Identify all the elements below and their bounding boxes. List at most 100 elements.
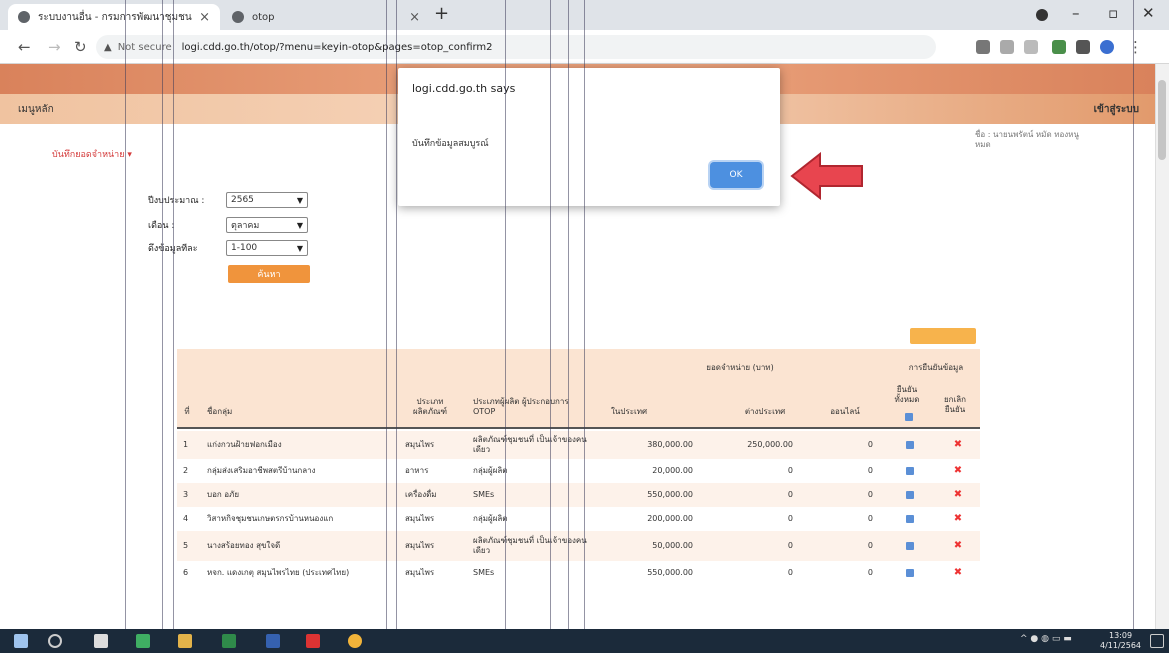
scan-line [173, 0, 174, 630]
cancel-icon[interactable]: ✖ [954, 541, 962, 551]
confirm-icon[interactable] [906, 515, 914, 523]
cancel-icon[interactable]: ✖ [954, 440, 962, 450]
col-no: ที่ [184, 407, 190, 416]
file-explorer-icon[interactable] [178, 634, 192, 648]
line-app-icon[interactable] [136, 634, 150, 648]
chevron-down-icon: ▼ [296, 195, 303, 205]
chevron-down-icon: ▼ [296, 220, 303, 230]
globe-icon [232, 11, 244, 23]
profile-icon[interactable] [1036, 9, 1048, 21]
forward-icon[interactable]: → [48, 38, 61, 56]
col-type: ประเภท ผลิตภัณฑ์ [412, 397, 448, 416]
table-row: 3 บอก อภัย เครื่องดื่ม SMEs 550,000.00 0… [177, 483, 980, 507]
dialog-message: บันทึกข้อมูลสมบูรณ์ [412, 139, 489, 149]
scan-line [550, 0, 551, 630]
table-row: 5 นางสร้อยทอง สุขใจดี สมุนไพร ผลิตภัณฑ์ช… [177, 531, 980, 561]
extension-icon[interactable] [976, 40, 990, 54]
month-select[interactable]: ตุลาคม ▼ [226, 217, 308, 233]
tab-title: ระบบงานอื่น - กรมการพัฒนาชุมชน [38, 11, 192, 23]
confirm-group-header: การยืนยันข้อมูล [908, 363, 964, 372]
word-icon[interactable] [266, 634, 280, 648]
table-header: ยอดจำหน่าย (บาท) การยืนยันข้อมูล ที่ ชื่… [177, 349, 980, 429]
year-select[interactable]: 2565 ▼ [226, 192, 308, 208]
url-text: logi.cdd.go.th/otop/?menu=keyin-otop&pag… [181, 41, 493, 53]
alert-dialog: logi.cdd.go.th says บันทึกข้อมูลสมบูรณ์ … [398, 68, 780, 206]
confirm-icon[interactable] [906, 467, 914, 475]
scan-line [505, 0, 506, 630]
scan-line [568, 0, 569, 630]
sales-group-header: ยอดจำหน่าย (บาท) [706, 363, 774, 372]
maximize-icon[interactable]: ▫ [1108, 4, 1118, 22]
scan-line [125, 0, 126, 630]
new-tab-button[interactable]: + [434, 3, 449, 24]
table-row: 6 หจก. แดงเกตุ สมุนไพรไทย (ประเทศไทย) สม… [183, 567, 963, 578]
cancel-icon[interactable]: ✖ [954, 568, 962, 578]
tab-logi[interactable]: ระบบงานอื่น - กรมการพัฒนาชุมชน × [8, 4, 220, 30]
warning-icon: ▲ [104, 41, 112, 53]
user-info: ชื่อ : นายนพรัตน์ หมัด ทองหนู หมด [975, 130, 1079, 149]
taskbar: ^ ● ◍ ▭ ▬ 13:09 4/11/2564 [0, 629, 1169, 653]
confirm-icon[interactable] [906, 542, 914, 550]
year-label: ปีงบประมาณ : [148, 196, 205, 206]
scan-line [1133, 0, 1134, 630]
reload-icon[interactable]: ↻ [74, 38, 87, 56]
search-button[interactable]: ค้นหา [228, 265, 310, 283]
url-field[interactable]: ▲ Not secure logi.cdd.go.th/otop/?menu=k… [96, 35, 936, 59]
col-category: ประเภทผู้ผลิต ผู้ประกอบการ OTOP [473, 397, 569, 416]
dialog-title: logi.cdd.go.th says [412, 82, 516, 95]
breadcrumb[interactable]: บันทึกยอดจำหน่าย ▾ [52, 147, 132, 161]
confirm-icon[interactable] [906, 441, 914, 449]
close-tab-icon[interactable]: × [409, 10, 420, 25]
rows-select[interactable]: 1-100 ▼ [226, 240, 308, 256]
confirm-icon[interactable] [906, 569, 914, 577]
cancel-icon[interactable]: ✖ [954, 490, 962, 500]
cancel-icon[interactable]: ✖ [954, 514, 962, 524]
close-tab-icon[interactable]: × [199, 10, 210, 25]
scan-line [386, 0, 387, 630]
export-button[interactable] [910, 328, 976, 344]
chevron-down-icon: ▼ [296, 243, 303, 253]
cancel-icon[interactable]: ✖ [954, 466, 962, 476]
checkbox-icon[interactable] [905, 413, 913, 421]
star-icon[interactable] [1024, 40, 1038, 54]
tab-otop[interactable]: otop × [222, 4, 430, 30]
notification-icon[interactable] [1150, 634, 1164, 648]
pdf-icon[interactable] [306, 634, 320, 648]
task-view-icon[interactable] [94, 634, 108, 648]
table-row: 2 กลุ่มส่งเสริมอาชีพสตรีบ้านกลาง อาหาร ก… [183, 465, 963, 476]
windows-start-icon[interactable] [14, 634, 28, 648]
minimize-icon[interactable]: – [1072, 4, 1080, 22]
red-arrow-icon [790, 152, 863, 200]
confirm-icon[interactable] [906, 491, 914, 499]
ok-button[interactable]: OK [710, 162, 762, 188]
zoom-icon[interactable] [1000, 40, 1014, 54]
col-abroad: ต่างประเทศ [744, 407, 786, 416]
table-row: 4 วิสาหกิจชุมชนเกษตรกรบ้านหนองแก สมุนไพร… [183, 513, 963, 524]
scan-line [584, 0, 585, 630]
rows-row: ดึงข้อมูลทีละ 1-100 ▼ [148, 240, 308, 256]
tray-icons[interactable]: ^ ● ◍ ▭ ▬ [1020, 634, 1072, 644]
chrome-icon[interactable] [348, 634, 362, 648]
col-in-province: ในประเทศ [611, 407, 648, 416]
puzzle-icon[interactable] [1076, 40, 1090, 54]
back-icon[interactable]: ← [18, 38, 31, 56]
kebab-menu-icon[interactable]: ⋮ [1128, 38, 1143, 56]
rows-label: ดึงข้อมูลทีละ [148, 241, 226, 255]
globe-icon [18, 11, 30, 23]
clock: 13:09 4/11/2564 [1100, 631, 1142, 650]
scan-line [162, 0, 163, 630]
sales-table: ยอดจำหน่าย (บาท) การยืนยันข้อมูล ที่ ชื่… [177, 349, 980, 627]
main-menu-link[interactable]: เมนูหลัก [18, 102, 54, 117]
table-row: 1 แก่งกวนฝ้ายฟอกเมือง สมุนไพร ผลิตภัณฑ์ช… [177, 431, 980, 459]
search-icon[interactable] [48, 634, 62, 648]
avatar[interactable] [1100, 40, 1114, 54]
scrollbar-thumb[interactable] [1158, 80, 1166, 160]
window-close-icon[interactable]: ✕ [1142, 4, 1155, 22]
col-online: ออนไลน์ [830, 407, 860, 416]
col-confirm-all: ยืนยัน ทั้งหมด [894, 385, 920, 404]
month-row: เดือน : ตุลาคม ▼ [148, 217, 308, 233]
tab-title: otop [252, 11, 275, 23]
month-label: เดือน : [148, 221, 174, 231]
drive-icon[interactable] [1052, 40, 1066, 54]
excel-icon[interactable] [222, 634, 236, 648]
